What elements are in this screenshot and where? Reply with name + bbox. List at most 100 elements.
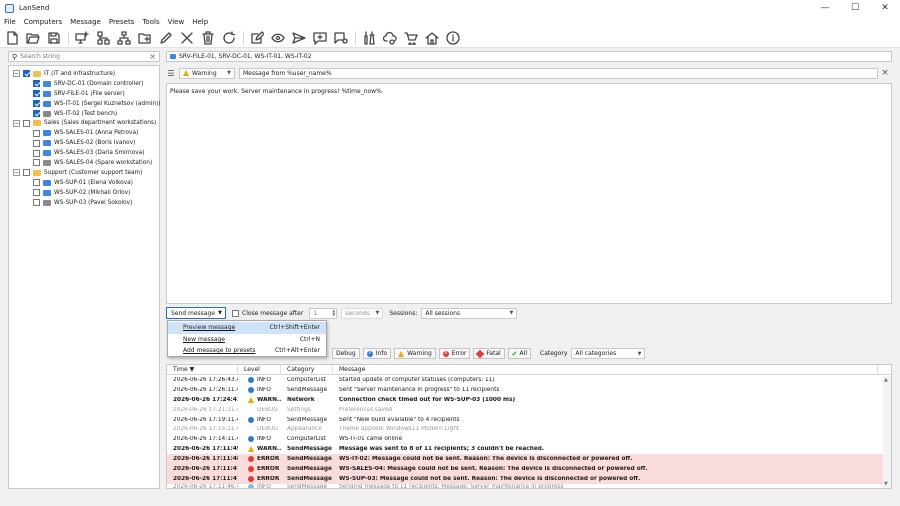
subject-field[interactable]: Message from %user_name% — [239, 67, 878, 79]
tree-checkbox[interactable] — [33, 90, 40, 98]
message-add-icon[interactable] — [312, 30, 328, 46]
send-icon[interactable] — [291, 30, 307, 46]
trash-icon[interactable] — [200, 30, 216, 46]
close-icon[interactable]: × — [878, 68, 892, 78]
open-folder-icon[interactable] — [25, 30, 41, 46]
column-header-time[interactable]: Time ▼ — [167, 365, 238, 375]
close-after-stepper[interactable]: 1 ▲ ▼ — [309, 307, 338, 319]
scroll-down-icon[interactable]: ▼ — [884, 481, 888, 487]
tree-checkbox[interactable] — [33, 100, 40, 108]
column-header-category[interactable]: Category — [281, 365, 333, 375]
log-scrollbar[interactable]: ▲ ▼ — [883, 376, 891, 488]
category-select[interactable]: All categories ▼ — [571, 348, 646, 359]
log-row[interactable]: 2026-06-26 17:15:11.428 DEBUG Appearance Th… — [167, 424, 891, 434]
edit-icon[interactable] — [158, 30, 174, 46]
add-computer-icon[interactable] — [74, 30, 90, 46]
tree-checkbox[interactable] — [33, 189, 40, 197]
log-row[interactable]: 2026-06-26 17:14:11.428 INFO ComputerList W… — [167, 434, 891, 444]
log-row[interactable]: 2026-06-26 17:11:47.... ERROR SendMessage W… — [167, 473, 891, 484]
filter-error-button[interactable]: × Error — [438, 348, 471, 359]
tree-computer[interactable]: WS-SALES-02 (Boris Ivanov) — [9, 138, 159, 148]
menu-message[interactable]: Message — [70, 18, 101, 26]
log-row[interactable]: 2026-06-26 17:11:47.... ERROR SendMessage W… — [167, 464, 891, 474]
tree-checkbox[interactable] — [33, 110, 40, 117]
tree-checkbox[interactable] — [33, 179, 40, 187]
tree-group[interactable]: − IT (IT and infrastructure) — [9, 69, 159, 79]
tree-computer[interactable]: WS-IT-02 (Test bench) — [9, 109, 159, 119]
info-icon[interactable] — [445, 30, 461, 46]
refresh-icon[interactable] — [221, 30, 237, 46]
tree-computer[interactable]: WS-SALES-03 (Daria Smirnova) — [9, 148, 159, 158]
log-row[interactable]: 2026-06-26 17:26:11.428 INFO SendMessage Se… — [167, 385, 891, 395]
menu-computers[interactable]: Computers — [24, 18, 62, 26]
menu-item-preview-message[interactable]: Preview message Ctrl+Shift+Enter — [168, 322, 326, 334]
menu-file[interactable]: File — [4, 18, 16, 26]
tree-checkbox[interactable] — [33, 139, 40, 147]
scroll-up-icon[interactable]: ▲ — [884, 377, 888, 383]
recipients-bar[interactable]: SRV-FILE-01, SRV-DC-01, WS-IT-01, WS-IT-… — [166, 51, 892, 62]
filter-fatal-button[interactable]: Fatal — [473, 348, 505, 359]
tree-checkbox[interactable] — [33, 159, 40, 167]
close-window-button[interactable]: ✕ — [870, 0, 900, 16]
log-row[interactable]: 2026-06-26 17:21:31.428 DEBUG Settings Pref… — [167, 405, 891, 415]
cart-icon[interactable] — [403, 30, 419, 46]
sessions-select[interactable]: All sessions ▼ — [421, 307, 518, 319]
hamburger-menu-icon[interactable]: ☰ — [166, 69, 176, 78]
tree-computer[interactable]: WS-SALES-01 (Anna Petrova) — [9, 128, 159, 138]
filter-warning-button[interactable]: Warning — [394, 348, 436, 359]
network-tree-icon[interactable] — [116, 30, 132, 46]
collapse-icon[interactable]: − — [13, 70, 20, 78]
cloud-sync-icon[interactable] — [382, 30, 398, 46]
compose-icon[interactable] — [249, 30, 265, 46]
new-file-icon[interactable] — [4, 30, 20, 46]
menu-tools[interactable]: Tools — [142, 18, 159, 26]
filter-debug-button[interactable]: Debug — [332, 348, 360, 359]
collapse-icon[interactable]: − — [13, 119, 20, 127]
tree-computer[interactable]: SRV-DC-01 (Domain controller) — [9, 79, 159, 89]
message-body-editor[interactable]: Please save your work. Server maintenanc… — [166, 83, 892, 304]
clear-search-icon[interactable]: × — [149, 52, 156, 61]
tools-icon[interactable] — [361, 30, 377, 46]
spinner-arrows-icon[interactable]: ▲ ▼ — [332, 309, 335, 317]
log-row[interactable]: 2026-06-26 17:11:49.... WARN... SendMessag… — [167, 444, 891, 454]
tree-checkbox[interactable] — [33, 129, 40, 137]
message-settings-icon[interactable] — [333, 30, 349, 46]
save-icon[interactable] — [46, 30, 62, 46]
log-row[interactable]: 2026-06-26 17:11:46.428 INFO SendMessage Se… — [167, 483, 891, 488]
add-group-icon[interactable] — [95, 30, 111, 46]
send-message-button[interactable]: Send message ▼ — [166, 307, 226, 319]
tree-computer[interactable]: WS-SUP-02 (Mikhail Orlov) — [9, 188, 159, 198]
menu-item-add-to-presets[interactable]: Add message to presets Ctrl+Alt+Enter — [168, 345, 326, 357]
tree-group[interactable]: − Sales (Sales department workstations) — [9, 118, 159, 128]
menu-help[interactable]: Help — [192, 18, 208, 26]
seconds-select[interactable]: seconds ▼ — [341, 307, 384, 319]
tree-checkbox[interactable] — [23, 70, 30, 78]
menu-item-new-message[interactable]: New message Ctrl+N — [168, 334, 326, 346]
delete-x-icon[interactable] — [179, 30, 195, 46]
maximize-button[interactable]: ☐ — [840, 0, 870, 16]
tree-computer[interactable]: WS-SUP-01 (Elena Volkova) — [9, 178, 159, 188]
search-input[interactable] — [20, 53, 150, 60]
tree-computer[interactable]: WS-IT-01 (Sergei Kuznetsov (admin)) — [9, 99, 161, 109]
tree-computer[interactable]: WS-SUP-03 (Pavel Sokolov) — [9, 198, 159, 208]
log-row[interactable]: 2026-06-26 17:11:48.... ERROR SendMessage W… — [167, 454, 891, 465]
tree-group[interactable]: − Support (Customer support team) — [9, 168, 159, 178]
tree-computer[interactable]: SRV-FILE-01 (File server) — [9, 89, 159, 99]
minimize-button[interactable]: — — [810, 0, 840, 16]
folder-add-icon[interactable] — [137, 30, 153, 46]
log-row[interactable]: 2026-06-26 17:19:11.428 INFO SendMessage Se… — [167, 415, 891, 425]
tree-checkbox[interactable] — [23, 169, 30, 177]
filter-info-button[interactable]: i Info — [362, 348, 392, 359]
tree-checkbox[interactable] — [33, 149, 40, 157]
home-icon[interactable] — [424, 30, 440, 46]
tree-checkbox[interactable] — [23, 119, 30, 127]
column-header-level[interactable]: Level — [238, 365, 281, 375]
menu-view[interactable]: View — [168, 18, 185, 26]
tree-checkbox[interactable] — [33, 80, 40, 88]
column-header-message[interactable]: Message — [333, 365, 878, 375]
menu-presets[interactable]: Presets — [109, 18, 134, 26]
close-after-checkbox[interactable] — [232, 309, 239, 317]
log-row[interactable]: 2026-06-26 17:26:43.428 INFO ComputerList S… — [167, 375, 891, 385]
tree-checkbox[interactable] — [33, 199, 40, 207]
eye-icon[interactable] — [270, 30, 286, 46]
